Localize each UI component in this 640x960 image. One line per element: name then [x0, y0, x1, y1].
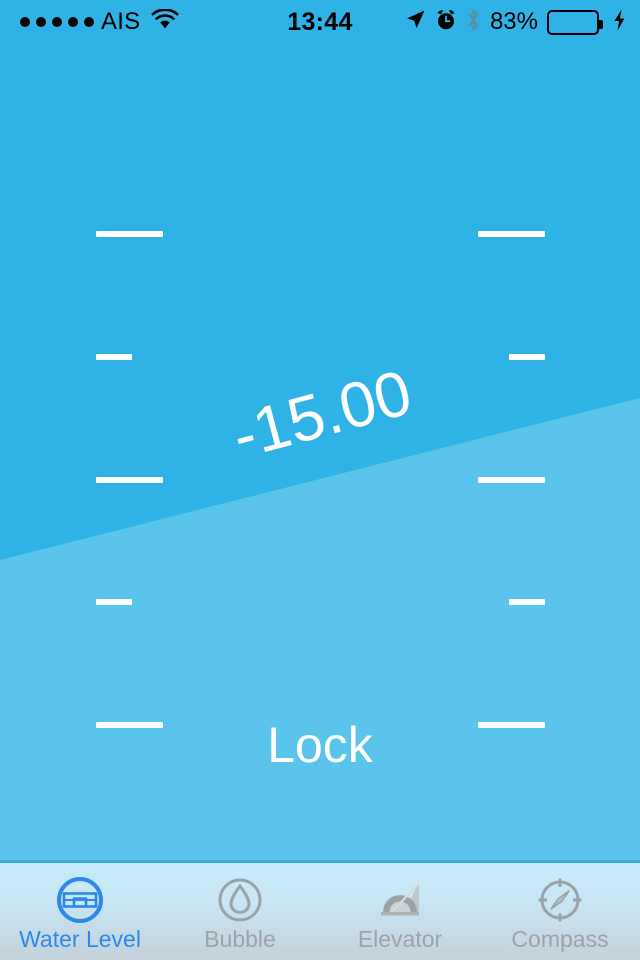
lightning-bolt-icon: [613, 9, 626, 36]
scale-tick-right-1: [478, 231, 545, 237]
tab-label-water-level: Water Level: [19, 926, 141, 952]
compass-icon: [533, 873, 587, 927]
droplet-icon: [213, 873, 267, 927]
scale-tick-right-4: [509, 599, 545, 605]
tab-label-elevator: Elevator: [357, 926, 443, 952]
scale-tick-right-3: [478, 477, 545, 483]
water-level-view[interactable]: -15.00 Lock: [0, 44, 640, 860]
scale-tick-left-2: [96, 354, 132, 360]
tab-label-compass: Compass: [511, 926, 609, 952]
tab-label-bubble: Bubble: [204, 926, 276, 952]
tab-bubble[interactable]: Bubble: [160, 863, 320, 960]
scale-tick-left-1: [96, 231, 163, 237]
scale-tick-left-3: [96, 477, 163, 483]
tab-water-level[interactable]: Water Level: [0, 863, 160, 960]
bluetooth-icon: [466, 8, 481, 37]
tab-compass[interactable]: Compass: [480, 863, 640, 960]
tab-bar: Water Level Bubble Elevator Compass: [0, 860, 640, 960]
lock-button[interactable]: Lock: [0, 716, 640, 774]
water-level-icon: [53, 873, 107, 927]
scale-tick-left-4: [96, 599, 132, 605]
status-bar: AIS 13:44 83%: [0, 0, 640, 44]
location-arrow-icon: [405, 9, 426, 35]
alarm-clock-icon: [435, 9, 457, 36]
tab-elevator[interactable]: Elevator: [320, 863, 480, 960]
scale-tick-right-2: [509, 354, 545, 360]
battery-icon: [547, 9, 603, 35]
protractor-icon: [373, 873, 427, 927]
clock-time: 13:44: [287, 7, 353, 36]
battery-percent-label: 83%: [489, 8, 538, 35]
status-bar-right: 83%: [405, 0, 626, 44]
